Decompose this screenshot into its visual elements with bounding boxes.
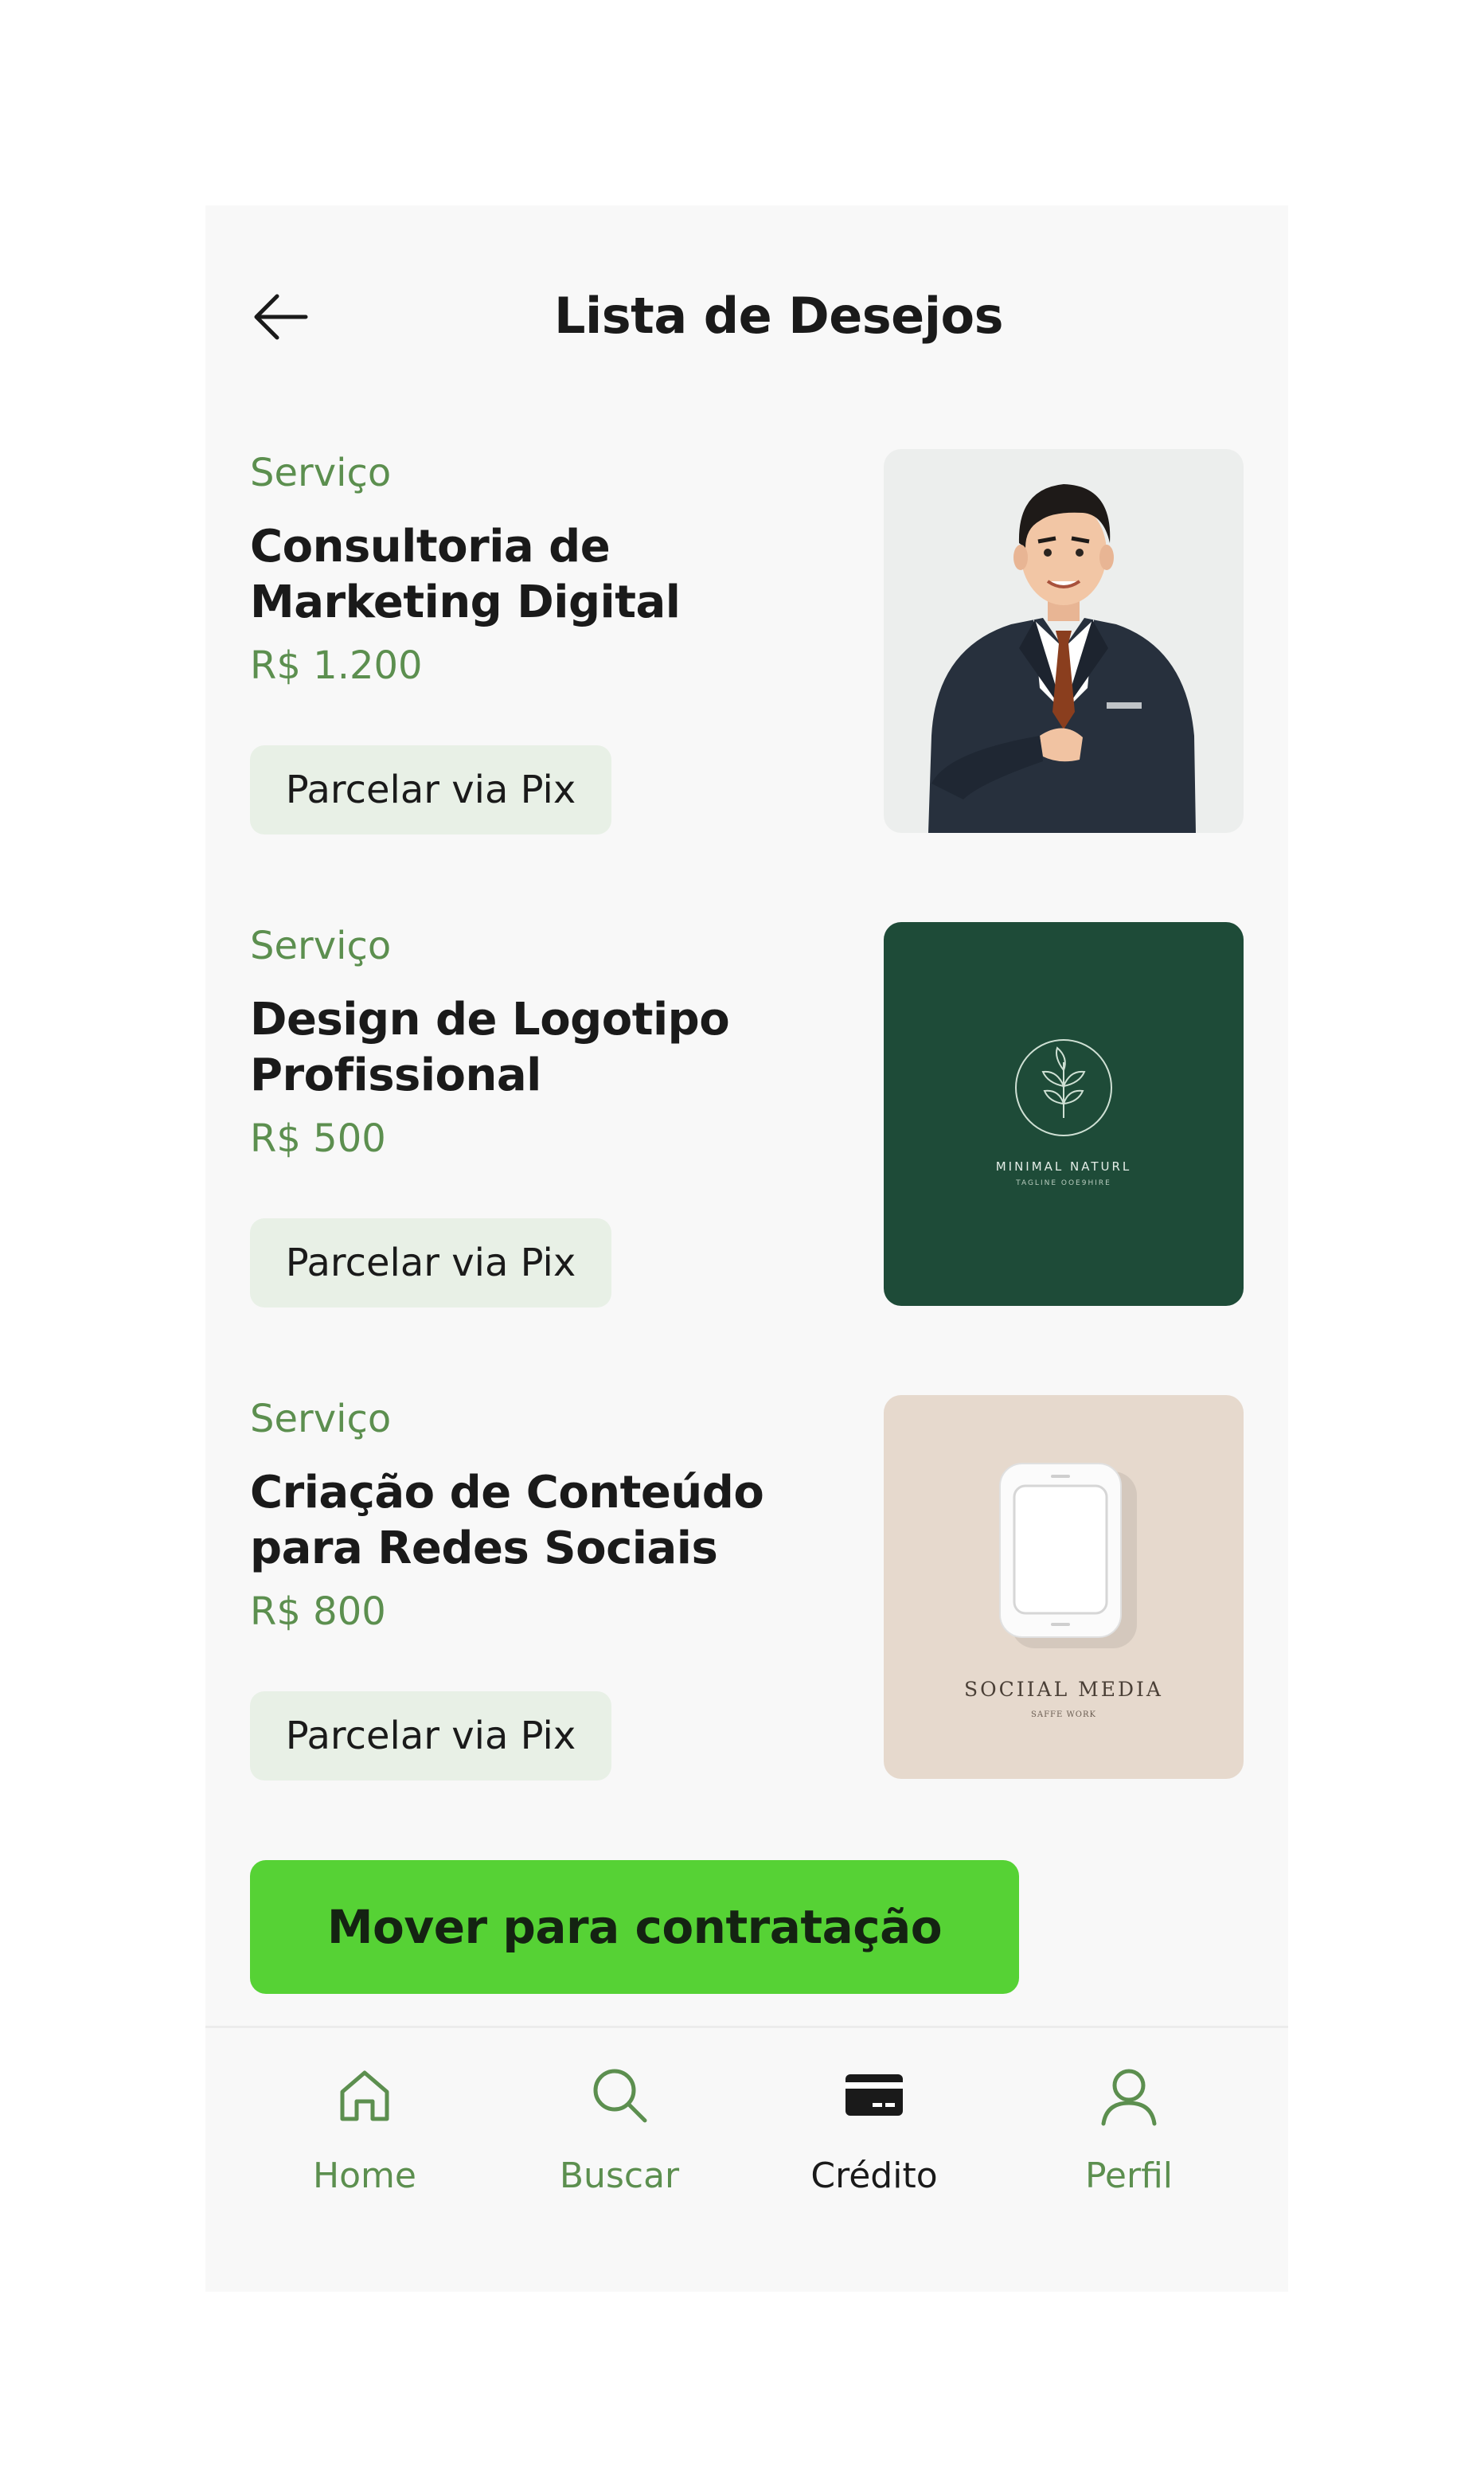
item-category: Serviço: [250, 1397, 392, 1441]
item-category: Serviço: [250, 451, 392, 495]
item-title: Criação de Conteúdo para Redes Sociais: [250, 1467, 764, 1574]
nav-label: Crédito: [810, 2156, 938, 2196]
parcelar-pix-button[interactable]: Parcelar via Pix: [250, 1691, 611, 1780]
nav-label: Perfil: [1084, 2156, 1174, 2196]
wishlist-item: Serviço Consultoria de Marketing Digital…: [250, 449, 1244, 834]
nav-label: Buscar: [559, 2156, 680, 2196]
leaf-logo-illustration: MINIMAL NATURL TAGLINE OOE9HIRE: [996, 1039, 1132, 1187]
home-icon: [340, 2070, 389, 2121]
logo-tagline-text: TAGLINE OOE9HIRE: [1015, 1179, 1111, 1187]
item-image-logo[interactable]: MINIMAL NATURL TAGLINE OOE9HIRE: [884, 922, 1244, 1306]
parcelar-pix-button[interactable]: Parcelar via Pix: [250, 745, 611, 834]
phone-mockup-illustration: SOCIIAL MEDIA SAFFE WORK: [964, 1463, 1163, 1719]
item-category: Serviço: [250, 924, 392, 968]
nav-item-home[interactable]: Home: [237, 2028, 492, 2267]
item-price: R$ 800: [250, 1589, 386, 1634]
social-brand-text: SOCIIAL MEDIA: [964, 1678, 1163, 1701]
logo-brand-text: MINIMAL NATURL: [996, 1159, 1132, 1174]
wishlist-item: Serviço Criação de Conteúdo para Redes S…: [250, 1395, 1244, 1780]
credit-card-icon: [845, 2074, 903, 2116]
item-title: Consultoria de Marketing Digital: [250, 521, 681, 628]
parcelar-pix-button[interactable]: Parcelar via Pix: [250, 1218, 611, 1307]
businessman-illustration: [928, 484, 1196, 833]
header: Lista de Desejos: [205, 205, 1288, 428]
user-icon: [1101, 2069, 1157, 2126]
nav-item-credito[interactable]: Crédito: [747, 2028, 1002, 2267]
item-image-consultant[interactable]: [884, 449, 1244, 833]
page-title: Lista de Desejos: [554, 287, 1003, 345]
bottom-nav: Home Buscar Crédito Perfil: [205, 2028, 1288, 2292]
nav-item-buscar[interactable]: Buscar: [492, 2028, 747, 2267]
search-icon: [593, 2069, 647, 2123]
item-image-social-media[interactable]: SOCIIAL MEDIA SAFFE WORK: [884, 1395, 1244, 1779]
nav-label: Home: [313, 2156, 416, 2196]
wishlist-item: Serviço Design de Logotipo Profissional …: [250, 922, 1244, 1307]
social-tagline-text: SAFFE WORK: [1031, 1710, 1096, 1719]
nav-item-perfil[interactable]: Perfil: [1002, 2028, 1256, 2267]
app-screen: Lista de Desejos Serviço Consultoria de …: [205, 205, 1288, 2292]
item-price: R$ 1.200: [250, 643, 423, 688]
move-to-hire-button[interactable]: Mover para contratação: [250, 1860, 1019, 1994]
item-price: R$ 500: [250, 1116, 386, 1161]
item-title: Design de Logotipo Profissional: [250, 994, 730, 1101]
